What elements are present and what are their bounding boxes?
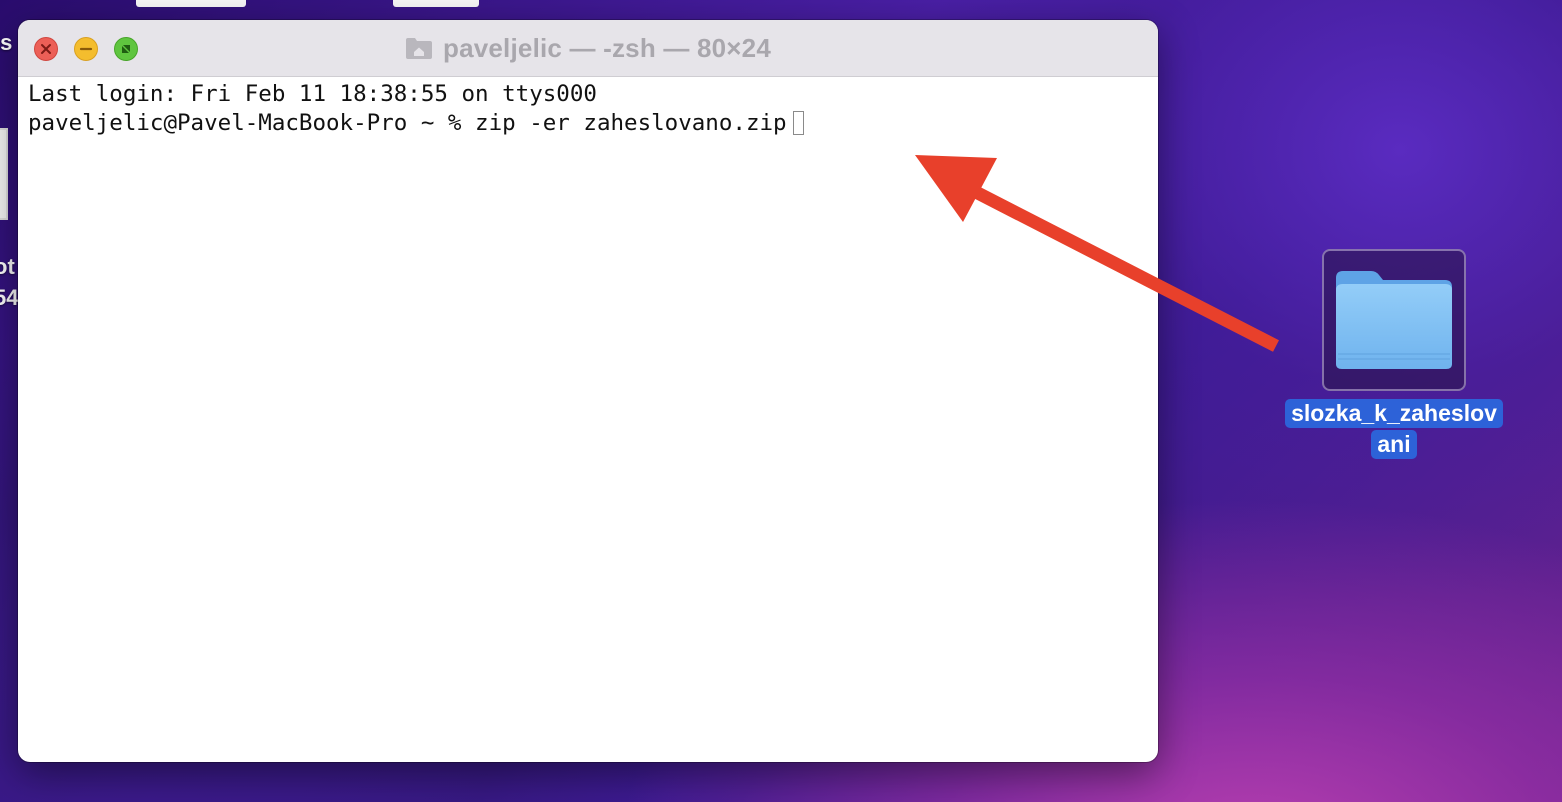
text-cursor — [792, 111, 804, 135]
folder-icon — [1336, 271, 1452, 369]
terminal-line-last-login: Last login: Fri Feb 11 18:38:55 on ttys0… — [28, 81, 597, 107]
desktop-fragment-text-3: 54 — [0, 285, 19, 310]
window-titlebar[interactable]: paveljelic — -zsh — 80×24 — [18, 20, 1158, 77]
desktop-fragment-text-1: ls — [0, 30, 13, 55]
desktop-folder-selection[interactable] — [1322, 249, 1466, 391]
desktop-file-thumbnail-top-2[interactable] — [393, 0, 479, 7]
desktop-file-thumbnail[interactable] — [0, 128, 8, 220]
terminal-output[interactable]: Last login: Fri Feb 11 18:38:55 on ttys0… — [28, 80, 1148, 750]
terminal-prompt-line[interactable]: paveljelic@Pavel-MacBook-Pro ~ % zip -er… — [28, 109, 1148, 138]
folder-name-line-2: ani — [1371, 430, 1417, 459]
terminal-command-text: paveljelic@Pavel-MacBook-Pro ~ % zip -er… — [28, 110, 787, 136]
desktop-file-thumbnail-top-1[interactable] — [136, 0, 246, 7]
terminal-window[interactable]: paveljelic — -zsh — 80×24 Last login: Fr… — [18, 20, 1158, 762]
window-title-group: paveljelic — -zsh — 80×24 — [18, 20, 1158, 76]
folder-name-label[interactable]: slozka_k_zaheslov ani — [1272, 398, 1516, 460]
home-folder-icon — [406, 38, 432, 59]
folder-name-line-1: slozka_k_zaheslov — [1285, 399, 1503, 428]
window-title: paveljelic — -zsh — 80×24 — [443, 32, 771, 63]
desktop-fragment-text-2: ot — [0, 254, 15, 279]
